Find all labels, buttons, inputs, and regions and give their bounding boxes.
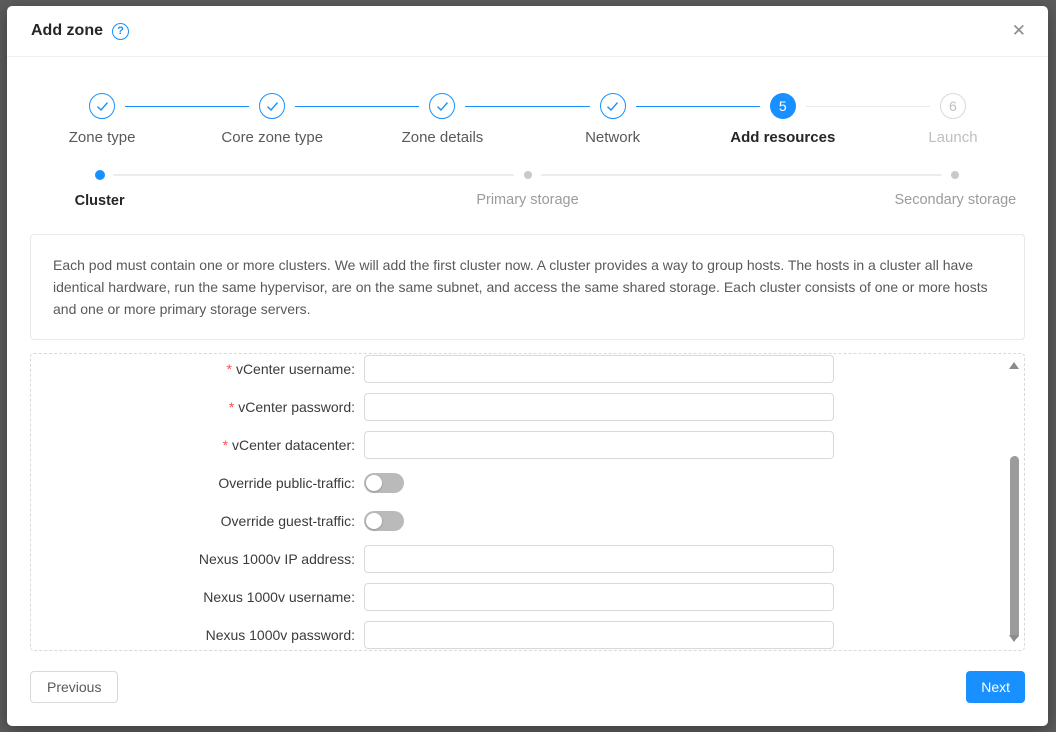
- sub-step-label: Cluster: [75, 193, 125, 209]
- step-network: Network: [528, 93, 698, 146]
- scrollbar-thumb[interactable]: [1010, 456, 1019, 639]
- vcenter-password-input[interactable]: [364, 393, 834, 421]
- cluster-info-box: Each pod must contain one or more cluste…: [30, 234, 1025, 340]
- vcenter-datacenter-input[interactable]: [364, 431, 834, 459]
- cluster-info-text: Each pod must contain one or more cluste…: [53, 257, 988, 317]
- resource-sub-stepper: Cluster Primary storage Secondary storag…: [30, 170, 1025, 218]
- step-check-circle: [600, 93, 626, 119]
- field-label: Nexus 1000v username:: [31, 589, 355, 605]
- step-zone-type: Zone type: [17, 93, 187, 146]
- check-icon: [266, 101, 279, 112]
- dialog-header: Add zone ? ✕: [7, 6, 1048, 57]
- override-guest-traffic-toggle[interactable]: [364, 511, 404, 531]
- vcenter-username-input[interactable]: [364, 355, 834, 383]
- scrollbar-down-icon[interactable]: [1009, 635, 1019, 642]
- dialog-title: Add zone: [31, 22, 103, 40]
- previous-button[interactable]: Previous: [30, 671, 118, 703]
- step-check-circle: [259, 93, 285, 119]
- form-row-vcenter-username: *vCenter username:: [31, 355, 1024, 383]
- sub-step-primary-storage: Primary storage: [418, 170, 638, 208]
- scrollbar-up-icon[interactable]: [1009, 362, 1019, 369]
- step-label: Zone details: [402, 129, 484, 146]
- sub-step-label: Secondary storage: [894, 192, 1016, 208]
- check-icon: [606, 101, 619, 112]
- step-launch: 6 Launch: [868, 93, 1038, 146]
- field-label: Override public-traffic:: [31, 475, 355, 491]
- nexus-ip-address-input[interactable]: [364, 545, 834, 573]
- form-row-vcenter-password: *vCenter password:: [31, 393, 1024, 421]
- field-label: Nexus 1000v IP address:: [31, 551, 355, 567]
- dialog-footer: Previous Next: [30, 671, 1025, 703]
- field-label: *vCenter username:: [31, 361, 355, 377]
- form-row-nexus-password: Nexus 1000v password:: [31, 621, 1024, 649]
- step-number-circle: 6: [940, 93, 966, 119]
- step-add-resources: 5 Add resources: [698, 93, 868, 146]
- field-label: *vCenter password:: [31, 399, 355, 415]
- required-marker: *: [223, 437, 228, 453]
- nexus-username-input[interactable]: [364, 583, 834, 611]
- nexus-password-input[interactable]: [364, 621, 834, 649]
- step-check-circle: [89, 93, 115, 119]
- check-icon: [436, 101, 449, 112]
- step-core-zone-type: Core zone type: [187, 93, 357, 146]
- form-row-vcenter-datacenter: *vCenter datacenter:: [31, 431, 1024, 459]
- form-row-override-public-traffic: Override public-traffic:: [31, 469, 1024, 497]
- step-label: Core zone type: [221, 129, 323, 146]
- step-zone-details: Zone details: [357, 93, 527, 146]
- step-label: Network: [585, 129, 640, 146]
- sub-step-label: Primary storage: [476, 192, 578, 208]
- step-check-circle: [429, 93, 455, 119]
- form-row-nexus-username: Nexus 1000v username:: [31, 583, 1024, 611]
- step-label: Launch: [928, 129, 977, 146]
- step-dot-icon: [524, 171, 532, 179]
- step-label: Add resources: [730, 129, 835, 146]
- wizard-stepper: Zone type Core zone type Zone details Ne…: [7, 57, 1048, 146]
- close-icon[interactable]: ✕: [1012, 20, 1026, 42]
- step-dot-icon: [95, 170, 105, 180]
- required-marker: *: [226, 361, 231, 377]
- form-row-nexus-ip: Nexus 1000v IP address:: [31, 545, 1024, 573]
- field-label: Nexus 1000v password:: [31, 627, 355, 643]
- step-dot-icon: [951, 171, 959, 179]
- field-label: Override guest-traffic:: [31, 513, 355, 529]
- required-marker: *: [229, 399, 234, 415]
- add-zone-dialog: Add zone ? ✕ Zone type Core zone type Zo…: [7, 6, 1048, 726]
- next-button[interactable]: Next: [966, 671, 1025, 703]
- step-label: Zone type: [69, 129, 136, 146]
- override-public-traffic-toggle[interactable]: [364, 473, 404, 493]
- cluster-form-panel: *vCenter username: *vCenter password: *v…: [30, 353, 1025, 651]
- sub-step-secondary-storage: Secondary storage: [845, 170, 1048, 208]
- check-icon: [96, 101, 109, 112]
- field-label: *vCenter datacenter:: [31, 437, 355, 453]
- form-row-override-guest-traffic: Override guest-traffic:: [31, 507, 1024, 535]
- step-number-circle: 5: [770, 93, 796, 119]
- form-scrollbar[interactable]: [1007, 355, 1022, 649]
- sub-step-cluster: Cluster: [7, 170, 210, 209]
- question-circle-icon[interactable]: ?: [112, 23, 129, 40]
